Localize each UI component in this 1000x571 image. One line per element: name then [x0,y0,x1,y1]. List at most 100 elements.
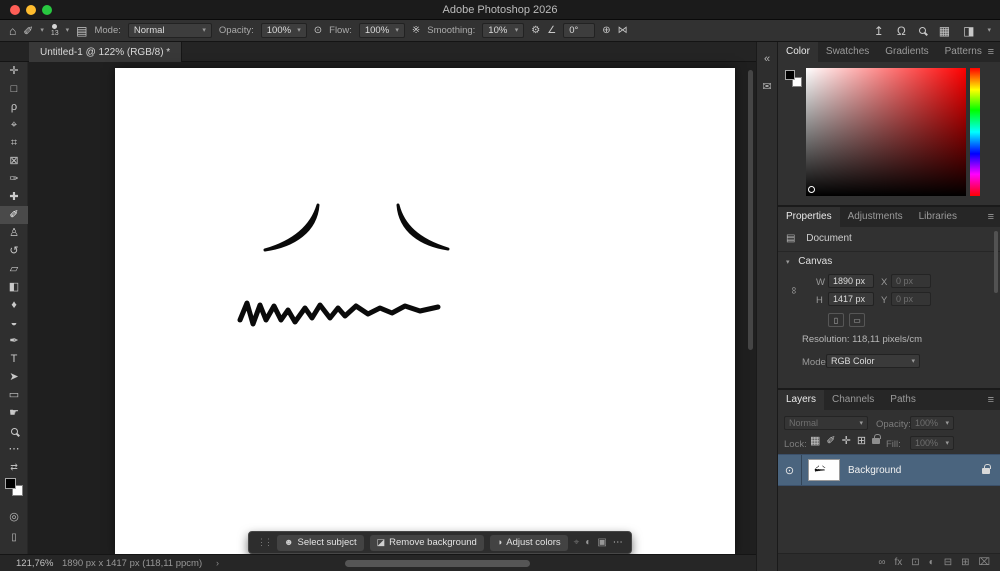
canvas-area[interactable]: ⋮⋮ ☻ Select subject ◪ Remove background … [28,62,756,554]
panel-menu-icon[interactable]: ≡ [988,207,994,227]
tool-history-brush[interactable]: ↺ [0,242,28,260]
layer-thumbnail[interactable] [808,459,840,481]
lock-pixels-icon[interactable]: ✐ [826,436,835,447]
share-icon[interactable]: ↥ [874,25,884,37]
tool-move[interactable]: ✛ [0,62,28,80]
layer-name[interactable]: Background [848,465,901,476]
workspace-chevron-icon[interactable]: ▾ [987,27,991,34]
export-icon[interactable]: ▣ [597,537,606,548]
tab-color[interactable]: Color [778,42,818,62]
tool-frame[interactable]: ⊠ [0,152,28,170]
brush-size-chevron-icon[interactable]: ▾ [66,27,70,34]
orientation-portrait-button[interactable]: ▯ [828,313,844,327]
search-icon[interactable] [918,27,926,34]
notifications-bell-icon[interactable]: Ω [897,25,906,37]
constrain-link-icon[interactable]: ∞ [788,287,799,294]
brush-preset-icon[interactable]: ✐ [23,25,33,37]
height-input[interactable]: 1417 px [828,292,874,306]
tool-healing-brush[interactable]: ✚ [0,188,28,206]
brush-settings-panel-icon[interactable]: ▤ [76,25,87,37]
tab-properties[interactable]: Properties [778,207,840,227]
tool-hand[interactable]: ☛ [0,404,28,422]
adjust-colors-button[interactable]: ◑ Adjust colors [489,534,568,551]
orientation-landscape-button[interactable]: ▭ [849,313,865,327]
vertical-scroll-thumb[interactable] [748,70,753,350]
document-tab[interactable]: Untitled-1 @ 122% (RGB/8) * [29,42,183,62]
color-picker-cursor[interactable] [808,186,815,193]
tab-swatches[interactable]: Swatches [818,42,877,62]
lock-all-icon[interactable] [872,434,881,444]
tool-type[interactable]: T [0,350,28,368]
tool-path-selection[interactable]: ➤ [0,368,28,386]
expand-dock-icon[interactable]: « [757,49,777,69]
color-mode-select[interactable]: RGB Color ▾ [826,354,920,368]
contrast-icon[interactable]: ◐ [585,537,591,548]
home-icon[interactable]: ⌂ [9,25,16,37]
adjustment-layer-icon[interactable]: ◐ [929,557,935,568]
flow-select[interactable]: 100% ▾ [358,23,405,38]
opacity-select[interactable]: 100% ▾ [260,23,307,38]
layer-effects-icon[interactable]: fx [894,557,902,568]
foreground-background-swatches[interactable] [5,478,23,496]
canvas-section-header[interactable]: ▾ Canvas [786,256,1000,267]
delete-layer-icon[interactable]: ⌧ [978,557,990,568]
canvas-vertical-scrollbar[interactable] [748,70,753,548]
tab-libraries[interactable]: Libraries [911,207,965,227]
screen-mode-icon[interactable]: ▯ [0,532,28,543]
quick-mask-icon[interactable]: ◎ [0,510,28,523]
tab-gradients[interactable]: Gradients [877,42,936,62]
lock-transparent-icon[interactable]: ▦ [810,436,820,447]
status-chevron-icon[interactable]: › [216,558,219,568]
color-panel-swatches[interactable] [785,70,802,87]
tab-layers[interactable]: Layers [778,390,825,410]
tool-pen[interactable]: ✒ [0,332,28,350]
tab-adjustments[interactable]: Adjustments [840,207,911,227]
workspace-grid-icon[interactable]: ▦ [939,25,950,37]
tool-object-selection[interactable]: ⌖ [0,116,28,134]
tab-paths[interactable]: Paths [882,390,924,410]
blend-mode-select[interactable]: Normal ▾ [127,23,212,38]
tool-crop[interactable]: ⌗ [0,134,28,152]
lock-artboard-icon[interactable]: ⊞ [857,436,866,447]
panel-menu-icon[interactable]: ≡ [988,42,994,62]
tool-more-tools[interactable]: ⋯ [0,440,28,458]
transform-icon[interactable]: ⌖ [574,537,580,548]
tool-shape[interactable]: ▭ [0,386,28,404]
tab-channels[interactable]: Channels [824,390,882,410]
pressure-size-icon[interactable]: ⊕ [602,25,610,36]
tool-dodge[interactable]: ◒ [0,314,28,332]
brush-angle-input[interactable]: 0° [563,23,596,38]
smoothing-gear-icon[interactable]: ⚙ [531,25,540,36]
tool-blur[interactable]: ♦ [0,296,28,314]
panel-menu-icon[interactable]: ≡ [988,390,994,410]
hue-slider[interactable] [970,68,980,196]
more-options-icon[interactable]: ⋯ [613,537,623,548]
tool-gradient[interactable]: ◧ [0,278,28,296]
document-canvas[interactable] [115,68,735,554]
tool-zoom[interactable] [0,422,28,440]
foreground-color-swatch[interactable] [5,478,16,489]
smoothing-select[interactable]: 10% ▾ [482,23,525,38]
zoom-level[interactable]: 121,76% [16,558,54,569]
layer-row-background[interactable]: ⊙ Background [778,454,1000,486]
select-subject-button[interactable]: ☻ Select subject [277,534,364,551]
panel-dock-icon[interactable]: ◨ [963,25,974,37]
comments-icon[interactable]: ✉ [757,76,777,96]
foreground-color-swatch[interactable] [785,70,795,80]
tool-brush[interactable]: ✐ [0,206,28,224]
layer-mask-icon[interactable]: ⊡ [911,557,919,568]
properties-scrollbar[interactable] [994,231,998,293]
canvas-horizontal-scrollbar[interactable] [345,560,530,567]
airbrush-icon[interactable]: ※ [412,25,420,36]
link-layers-icon[interactable]: ∞ [878,557,885,568]
lock-position-icon[interactable]: ✛ [842,436,851,447]
layer-locked-icon[interactable] [982,461,991,479]
new-layer-icon[interactable]: ⊞ [961,557,969,568]
brush-size-picker[interactable]: 13 [51,24,59,37]
pressure-opacity-icon[interactable]: ⊙ [314,25,322,36]
taskbar-drag-handle-icon[interactable]: ⋮⋮ [257,537,273,548]
symmetry-icon[interactable]: ⋈ [618,25,628,36]
new-group-icon[interactable]: ⊟ [944,557,952,568]
tool-marquee[interactable]: □ [0,80,28,98]
remove-background-button[interactable]: ◪ Remove background [369,534,484,551]
